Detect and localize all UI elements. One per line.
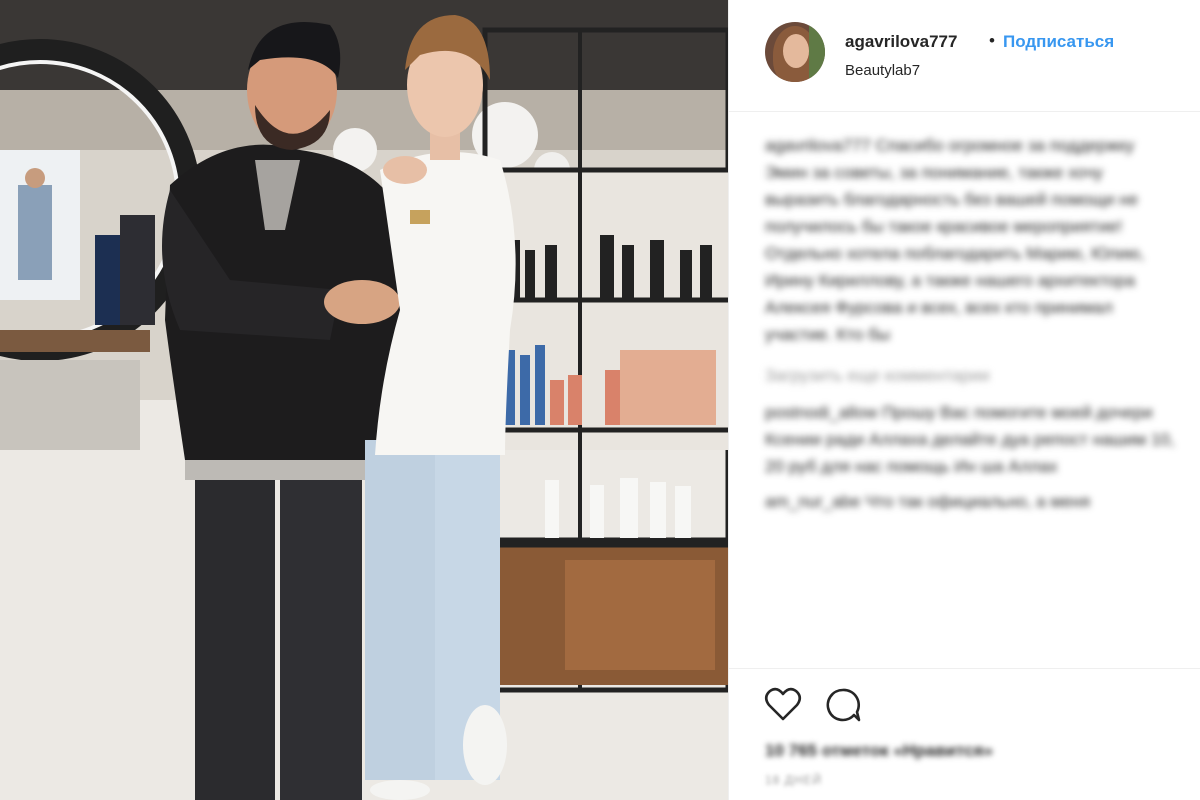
avatar-background [809, 22, 825, 82]
caption-text: Спасибо огромное за поддержку Эмин за со… [765, 136, 1145, 344]
post-actions: 10 765 отметок «Нравится» 18 ДНЕЙ [729, 668, 1200, 800]
post-side-panel: agavrilova777 • Подписаться Beautylab7 a… [728, 0, 1200, 800]
location-link[interactable]: Beautylab7 [845, 62, 920, 79]
username-link[interactable]: agavrilova777 [845, 32, 957, 52]
caption: agavrilova777 Спасибо огромное за поддер… [765, 132, 1175, 348]
post-header: agavrilova777 • Подписаться Beautylab7 [729, 0, 1200, 112]
comment-author[interactable]: am_nur_abe [765, 492, 860, 511]
separator-dot: • [989, 31, 995, 50]
comment-author[interactable]: postnodi_allow [765, 403, 877, 422]
comment-icon[interactable] [823, 685, 863, 725]
user-avatar[interactable] [765, 22, 825, 82]
likes-count[interactable]: 10 765 отметок «Нравится» [765, 741, 993, 761]
comment-text: Что так официально, а меня [865, 492, 1091, 511]
instagram-post: agavrilova777 • Подписаться Beautylab7 a… [0, 0, 1200, 800]
comments-section: agavrilova777 Спасибо огромное за поддер… [765, 132, 1175, 515]
comment-item: am_nur_abe Что так официально, а меня [765, 488, 1175, 515]
heart-icon[interactable] [763, 685, 803, 725]
avatar-face [783, 34, 809, 68]
post-date: 18 ДНЕЙ [765, 773, 823, 787]
photo-illustration [0, 0, 728, 800]
load-more-comments[interactable]: Загрузить еще комментарии [765, 362, 1175, 389]
follow-button[interactable]: Подписаться [1003, 32, 1114, 52]
comment-item: postnodi_allow Прошу Вас помогите моей д… [765, 399, 1175, 480]
post-photo[interactable] [0, 0, 728, 800]
caption-author[interactable]: agavrilova777 [765, 136, 871, 155]
